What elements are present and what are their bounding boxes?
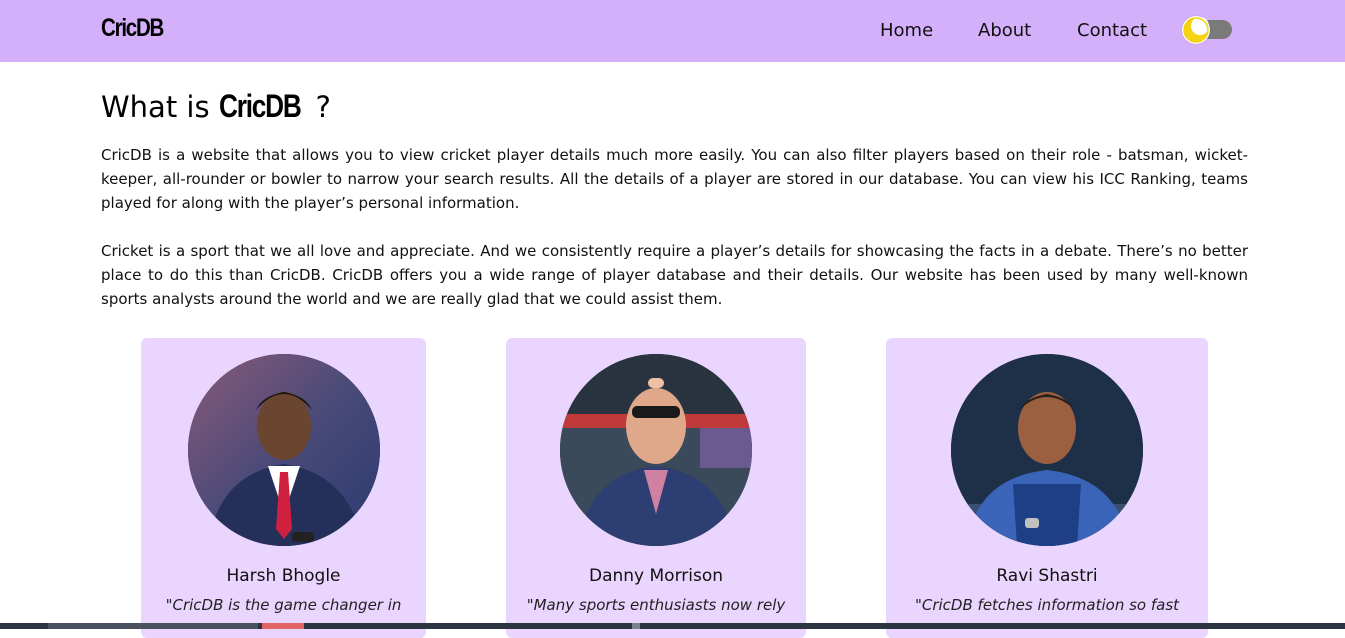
avatar bbox=[188, 354, 380, 546]
title-suffix: ? bbox=[315, 90, 331, 124]
title-brand: CricDB bbox=[218, 88, 302, 124]
brand-logo[interactable]: CricDB bbox=[101, 14, 164, 43]
title-prefix: What is bbox=[101, 90, 210, 124]
testimonial-name: Harsh Bhogle bbox=[226, 566, 341, 586]
about-paragraph-2: Cricket is a sport that we all love and … bbox=[101, 242, 1248, 308]
taskbar-item[interactable] bbox=[48, 623, 258, 629]
testimonial-card: Harsh Bhogle "CricDB is the game changer… bbox=[141, 338, 426, 638]
navbar: CricDB Home About Contact bbox=[0, 0, 1345, 62]
nav-link-home[interactable]: Home bbox=[880, 20, 933, 41]
avatar bbox=[951, 354, 1143, 546]
nav-link-contact[interactable]: Contact bbox=[1077, 20, 1147, 41]
avatar bbox=[560, 354, 752, 546]
nav-link-about[interactable]: About bbox=[978, 20, 1031, 41]
page-title: What is CricDB ? bbox=[101, 88, 331, 125]
moon-icon bbox=[1183, 17, 1209, 43]
about-paragraph-1: CricDB is a website that allows you to v… bbox=[101, 146, 1248, 212]
taskbar-item[interactable] bbox=[262, 623, 304, 629]
theme-toggle[interactable] bbox=[1182, 16, 1232, 44]
testimonial-quote: "CricDB fetches information so fast bbox=[914, 596, 1180, 614]
testimonial-quote: "CricDB is the game changer in bbox=[165, 596, 402, 614]
testimonial-quote: "Many sports enthusiasts now rely bbox=[526, 596, 786, 614]
testimonial-card: Danny Morrison "Many sports enthusiasts … bbox=[506, 338, 806, 638]
toggle-knob bbox=[1182, 16, 1210, 44]
testimonial-card: Ravi Shastri "CricDB fetches information… bbox=[886, 338, 1208, 638]
os-taskbar bbox=[0, 623, 1345, 629]
taskbar-item[interactable] bbox=[632, 623, 640, 629]
testimonial-name: Danny Morrison bbox=[588, 566, 724, 586]
testimonial-name: Ravi Shastri bbox=[996, 566, 1098, 586]
